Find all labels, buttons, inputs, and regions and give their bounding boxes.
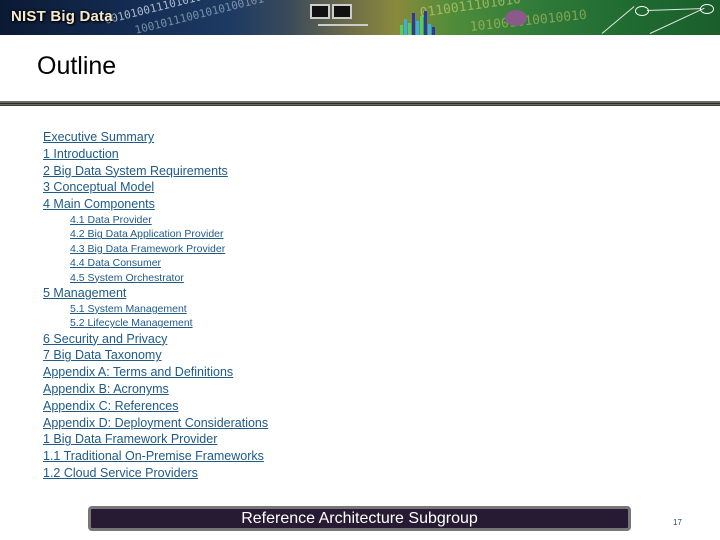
title-divider [0, 101, 720, 106]
outline-link-management[interactable]: 5 Management [43, 285, 268, 302]
network-line [318, 24, 368, 26]
banner-title: NIST Big Data [11, 8, 113, 25]
page-number: 17 [673, 518, 682, 527]
network-graph-icon [505, 10, 527, 26]
outline-link-lifecycle-management[interactable]: 5.2 Lifecycle Management [43, 316, 268, 330]
outline-link-application-provider[interactable]: 4.2 Big Data Application Provider [43, 227, 268, 241]
slide-title: Outline [37, 52, 117, 80]
outline-link-system-management[interactable]: 5.1 System Management [43, 302, 268, 316]
outline-link-system-orchestrator[interactable]: 4.5 System Orchestrator [43, 271, 268, 285]
header-banner: 001010011101010101010 100101110010101001… [0, 0, 720, 35]
outline-link-appendix-b[interactable]: Appendix B: Acronyms [43, 381, 268, 398]
outline-link-appendix-a[interactable]: Appendix A: Terms and Definitions [43, 364, 268, 381]
outline-link-executive-summary[interactable]: Executive Summary [43, 129, 268, 146]
outline-link-framework-provider-appendix[interactable]: 1 Big Data Framework Provider [43, 431, 268, 448]
outline-link-system-requirements[interactable]: 2 Big Data System Requirements [43, 163, 268, 180]
outline-link-appendix-c[interactable]: Appendix C: References [43, 398, 268, 415]
outline-link-cloud-service-providers[interactable]: 1.2 Cloud Service Providers [43, 465, 268, 482]
graph-edge [649, 7, 705, 34]
outline-list: Executive Summary 1 Introduction 2 Big D… [43, 129, 268, 482]
graph-edge [601, 6, 635, 34]
computer-icon [332, 4, 352, 19]
outline-link-on-premise-frameworks[interactable]: 1.1 Traditional On-Premise Frameworks [43, 448, 268, 465]
graph-edge [646, 8, 701, 11]
outline-link-appendix-d[interactable]: Appendix D: Deployment Considerations [43, 415, 268, 432]
binary-decoration: 101001010010010 [469, 7, 588, 35]
outline-link-data-provider[interactable]: 4.1 Data Provider [43, 213, 268, 227]
bar-graph-icon [398, 8, 448, 35]
computer-icon [310, 4, 330, 19]
outline-link-security-privacy[interactable]: 6 Security and Privacy [43, 331, 268, 348]
outline-link-main-components[interactable]: 4 Main Components [43, 196, 268, 213]
outline-link-taxonomy[interactable]: 7 Big Data Taxonomy [43, 347, 268, 364]
outline-link-introduction[interactable]: 1 Introduction [43, 146, 268, 163]
outline-link-data-consumer[interactable]: 4.4 Data Consumer [43, 256, 268, 270]
outline-link-conceptual-model[interactable]: 3 Conceptual Model [43, 179, 268, 196]
outline-link-framework-provider[interactable]: 4.3 Big Data Framework Provider [43, 242, 268, 256]
footer-banner: Reference Architecture Subgroup [88, 506, 631, 531]
